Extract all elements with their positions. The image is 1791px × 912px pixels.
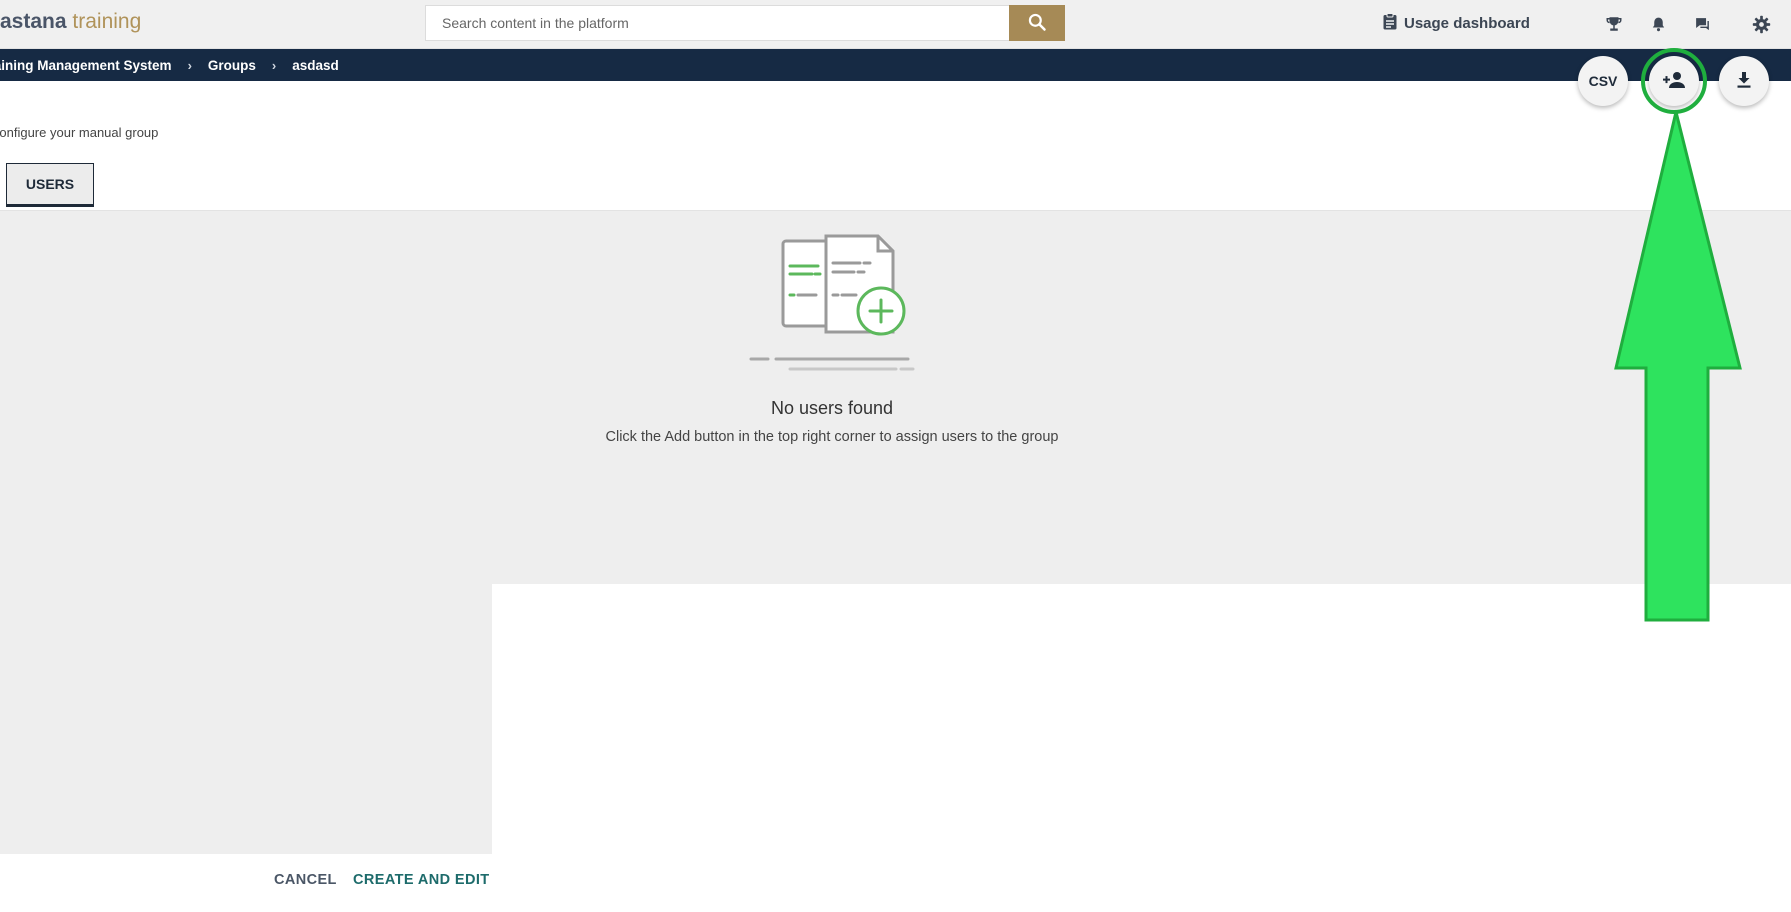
chat-icon[interactable]: [1691, 13, 1713, 35]
breadcrumb-item-current: asdasd: [292, 57, 339, 73]
breadcrumb: Training Management System › Groups › as…: [0, 49, 1791, 81]
breadcrumb-separator: ›: [271, 57, 277, 73]
left-panel: [0, 584, 492, 854]
empty-documents-illustration: [746, 232, 916, 382]
page-subtitle: Configure your manual group: [0, 125, 159, 140]
search-button[interactable]: [1009, 5, 1065, 41]
add-user-icon: [1662, 71, 1686, 92]
add-user-button[interactable]: [1649, 56, 1699, 106]
cancel-button[interactable]: CANCEL: [274, 872, 337, 888]
usage-dashboard-link[interactable]: Usage dashboard: [1383, 13, 1530, 34]
search-bar: [425, 5, 1065, 41]
breadcrumb-item-tms[interactable]: Training Management System: [0, 58, 172, 73]
clipboard-icon: [1383, 13, 1397, 34]
csv-label: CSV: [1588, 73, 1618, 89]
breadcrumb-separator: ›: [187, 57, 192, 73]
download-button[interactable]: [1719, 56, 1769, 106]
empty-state-title: No users found: [770, 398, 894, 418]
search-icon: [1027, 12, 1047, 35]
usage-dashboard-label: Usage dashboard: [1404, 15, 1530, 32]
tab-users[interactable]: USERS: [6, 163, 94, 207]
csv-button[interactable]: CSV: [1578, 56, 1628, 106]
top-header: astana training Usage dashboard: [0, 0, 1791, 49]
trophy-icon[interactable]: [1603, 13, 1625, 35]
empty-state-message: Click the Add button in the top right co…: [605, 429, 1059, 445]
breadcrumb-item-groups[interactable]: Groups: [208, 58, 256, 73]
bell-icon[interactable]: [1647, 13, 1669, 35]
logo[interactable]: astana training: [0, 10, 141, 34]
gear-icon[interactable]: [1750, 13, 1772, 35]
search-input[interactable]: [425, 5, 1009, 41]
create-and-edit-button[interactable]: CREATE AND EDIT: [353, 872, 490, 888]
download-icon: [1736, 71, 1752, 92]
